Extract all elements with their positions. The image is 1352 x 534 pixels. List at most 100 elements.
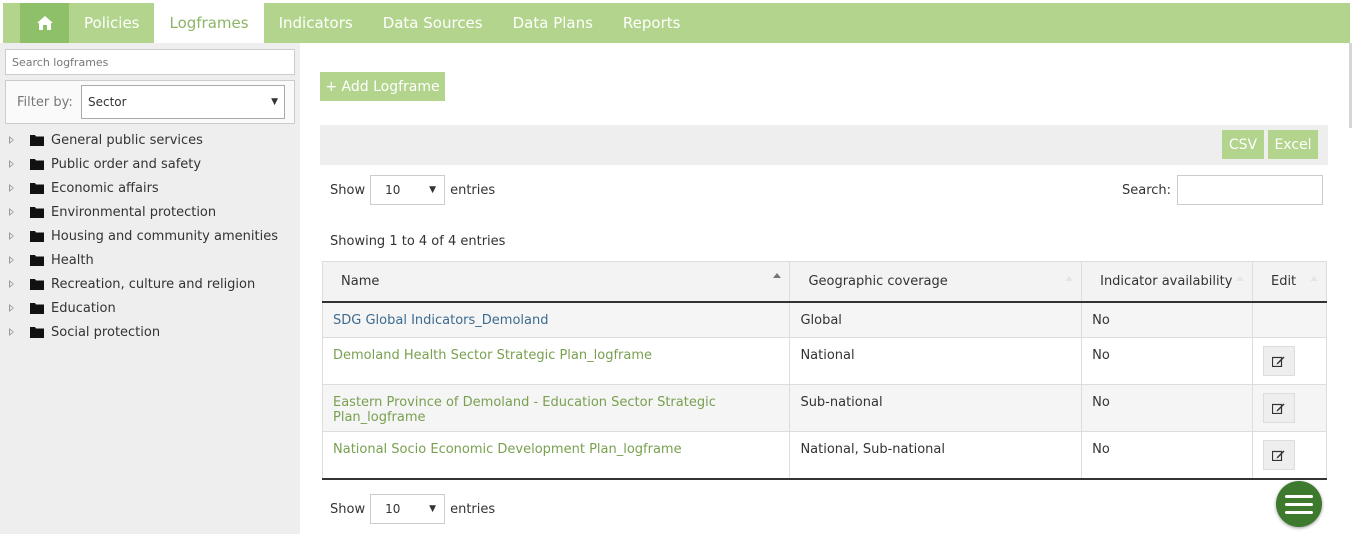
page-length-value: 10 — [385, 183, 401, 197]
column-header-name[interactable]: Name — [321, 261, 791, 303]
excel-export-button[interactable]: Excel — [1268, 130, 1318, 159]
expand-arrow-icon[interactable] — [9, 136, 14, 144]
edit-button[interactable] — [1262, 346, 1295, 376]
expand-arrow-icon[interactable] — [9, 280, 14, 288]
table-info: Showing 1 to 4 of 4 entries — [330, 234, 506, 249]
folder-icon — [30, 255, 44, 266]
page-length-select[interactable]: 10 ▼ — [370, 494, 446, 524]
edit-icon — [1272, 450, 1285, 461]
entries-label: entries — [450, 501, 496, 517]
page-length-select[interactable]: 10 ▼ — [370, 175, 446, 205]
expand-arrow-icon[interactable] — [9, 232, 14, 240]
page-length-top: Show 10 ▼ entries — [330, 175, 495, 205]
edit-button[interactable] — [1262, 393, 1295, 423]
tree-item-label: Health — [51, 253, 94, 268]
edit-button[interactable] — [1262, 440, 1295, 470]
tree-item-label: Housing and community amenities — [51, 229, 278, 244]
tree-item-economic-affairs[interactable]: Economic affairs — [0, 177, 300, 201]
folder-icon — [30, 183, 44, 194]
coverage-cell: National, Sub-national — [789, 431, 1083, 480]
show-label: Show — [330, 501, 366, 517]
column-header-edit[interactable]: Edit — [1251, 261, 1328, 303]
home-tab[interactable] — [20, 3, 69, 43]
tree-item-label: Economic affairs — [51, 181, 159, 196]
table-row: SDG Global Indicators_Demoland Global No — [321, 301, 1328, 338]
add-logframe-button[interactable]: + Add Logframe — [320, 72, 445, 101]
menu-fab-button[interactable] — [1276, 481, 1322, 527]
csv-export-button[interactable]: CSV — [1222, 130, 1264, 159]
expand-arrow-icon[interactable] — [9, 304, 14, 312]
table-row: Eastern Province of Demoland - Education… — [321, 384, 1328, 432]
sort-icon — [1310, 276, 1318, 281]
tab-indicators[interactable]: Indicators — [264, 3, 368, 43]
edit-cell — [1251, 384, 1328, 432]
table-row: Demoland Health Sector Strategic Plan_lo… — [321, 337, 1328, 385]
sidebar: Filter by: Sector ▼ General public servi… — [0, 43, 300, 534]
tree-item-general-public-services[interactable]: General public services — [0, 129, 300, 153]
tree-item-social-protection[interactable]: Social protection — [0, 321, 300, 345]
table-search: Search: — [1122, 175, 1324, 205]
coverage-cell: Global — [789, 301, 1083, 338]
hamburger-icon-bar — [1285, 510, 1313, 514]
expand-arrow-icon[interactable] — [9, 256, 14, 264]
search-label: Search: — [1122, 182, 1172, 198]
tab-logframes[interactable]: Logframes — [154, 3, 264, 43]
edit-cell — [1251, 301, 1328, 338]
tree-item-label: Education — [51, 301, 116, 316]
tab-data-sources[interactable]: Data Sources — [368, 3, 498, 43]
logframe-link[interactable]: Eastern Province of Demoland - Education… — [333, 395, 716, 425]
chevron-down-icon: ▼ — [429, 185, 437, 195]
home-icon — [36, 16, 53, 30]
filter-label: Filter by: — [17, 94, 73, 110]
tree-item-housing[interactable]: Housing and community amenities — [0, 225, 300, 249]
tree-item-label: Recreation, culture and religion — [51, 277, 256, 292]
column-header-coverage[interactable]: Geographic coverage — [789, 261, 1083, 303]
tab-policies[interactable]: Policies — [69, 3, 154, 43]
coverage-cell: Sub-national — [789, 384, 1083, 432]
filter-panel: Filter by: Sector ▼ — [5, 80, 295, 124]
tab-reports[interactable]: Reports — [608, 3, 696, 43]
folder-icon — [30, 159, 44, 170]
tab-data-plans[interactable]: Data Plans — [498, 3, 608, 43]
folder-icon — [30, 303, 44, 314]
expand-arrow-icon[interactable] — [9, 160, 14, 168]
coverage-cell: National — [789, 337, 1083, 385]
export-toolbar: CSV Excel — [320, 125, 1328, 165]
table-header-row: Name Geographic coverage Indicator avail… — [321, 261, 1328, 303]
logframe-search-input[interactable] — [5, 49, 295, 75]
availability-cell: No — [1081, 337, 1253, 385]
table-search-input[interactable] — [1177, 175, 1324, 205]
logframe-link[interactable]: National Socio Economic Development Plan… — [333, 442, 682, 457]
tree-item-education[interactable]: Education — [0, 297, 300, 321]
folder-icon — [30, 207, 44, 218]
filter-select[interactable]: Sector ▼ — [81, 85, 285, 119]
top-nav: Policies Logframes Indicators Data Sourc… — [3, 3, 1350, 43]
logframes-table: Name Geographic coverage Indicator avail… — [321, 261, 1328, 480]
folder-icon — [30, 279, 44, 290]
filter-selected-value: Sector — [88, 95, 127, 109]
hamburger-icon-bar — [1285, 502, 1313, 506]
tree-item-environmental-protection[interactable]: Environmental protection — [0, 201, 300, 225]
logframe-link[interactable]: SDG Global Indicators_Demoland — [333, 313, 548, 328]
folder-icon — [30, 327, 44, 338]
expand-arrow-icon[interactable] — [9, 184, 14, 192]
sort-icon — [1235, 276, 1244, 281]
entries-label: entries — [450, 182, 496, 198]
tree-item-health[interactable]: Health — [0, 249, 300, 273]
expand-arrow-icon[interactable] — [9, 208, 14, 216]
page-length-value: 10 — [385, 502, 401, 516]
sort-ascending-icon — [773, 273, 782, 278]
logframe-link[interactable]: Demoland Health Sector Strategic Plan_lo… — [333, 348, 652, 363]
column-header-availability[interactable]: Indicator availability — [1081, 261, 1253, 303]
edit-icon — [1272, 356, 1285, 367]
tree-item-public-order[interactable]: Public order and safety — [0, 153, 300, 177]
tree-item-label: Public order and safety — [51, 157, 202, 172]
tree-item-label: Environmental protection — [51, 205, 217, 220]
sort-icon — [1065, 276, 1074, 281]
tree-item-recreation[interactable]: Recreation, culture and religion — [0, 273, 300, 297]
expand-arrow-icon[interactable] — [9, 328, 14, 336]
page-length-bottom: Show 10 ▼ entries — [330, 494, 495, 524]
tree-item-label: Social protection — [51, 325, 161, 340]
availability-cell: No — [1081, 384, 1253, 432]
availability-cell: No — [1081, 301, 1253, 338]
